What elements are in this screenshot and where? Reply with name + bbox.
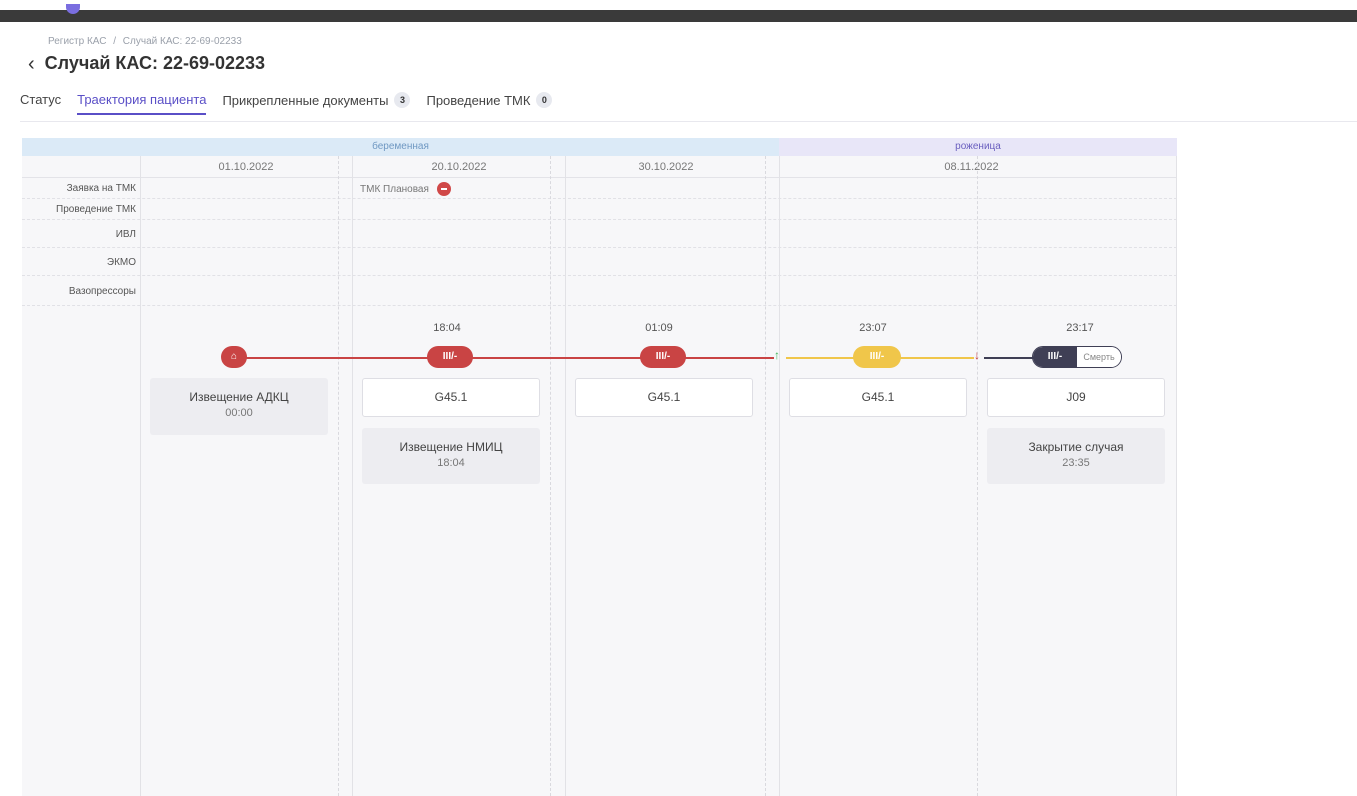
case-closure-card[interactable]: Закрытие случая 23:35: [987, 428, 1165, 484]
date-cell: 01.10.2022: [218, 161, 274, 173]
death-status-pill[interactable]: III/- Смерть: [1032, 346, 1122, 368]
note-time: 18:04: [437, 457, 465, 469]
date-cell: 08.11.2022: [944, 161, 999, 173]
phase-pregnant: беременная: [22, 138, 779, 156]
row-ivl: ИВЛ: [22, 220, 1177, 248]
diagnosis-card[interactable]: G45.1: [789, 378, 967, 417]
breadcrumb: Регистр КАС / Случай КАС: 22-69-02233: [48, 36, 246, 47]
arrow-down-icon: ↓: [974, 348, 980, 362]
breadcrumb-current: Случай КАС: 22-69-02233: [122, 36, 242, 47]
diagnosis-card[interactable]: G45.1: [575, 378, 753, 417]
note-time: 23:35: [1062, 457, 1090, 469]
status-pill[interactable]: III/-: [853, 346, 901, 368]
date-cell: 30.10.2022: [638, 161, 694, 173]
tab-bar: Статус Траектория пациента Прикрепленные…: [20, 92, 568, 122]
count-badge: 0: [536, 92, 553, 108]
timeline-line-red: [234, 357, 774, 359]
phase-row: беременная роженица: [22, 138, 1177, 156]
tabs-divider: [20, 121, 1357, 122]
status-label: III/-: [1033, 347, 1077, 367]
timeline-line-dark: [984, 357, 1034, 359]
row-label: Вазопрессоры: [68, 286, 136, 297]
row-label: ЭКМО: [106, 257, 136, 268]
note-title: Извещение АДКЦ: [189, 390, 289, 404]
diagnosis-card[interactable]: J09: [987, 378, 1165, 417]
tmk-planned[interactable]: ТМК Плановая: [360, 182, 451, 196]
date-cell: 20.10.2022: [431, 161, 487, 173]
minus-circle-icon[interactable]: [436, 182, 451, 196]
tab-patient-trajectory[interactable]: Траектория пациента: [77, 92, 207, 115]
tab-label: Прикрепленные документы: [222, 92, 389, 108]
title-row: ‹ Случай КАС: 22-69-02233: [28, 53, 265, 74]
notice-adkc-card[interactable]: Извещение АДКЦ 00:00: [150, 378, 328, 435]
row-tmk-conduct: Проведение ТМК: [22, 199, 1177, 220]
breadcrumb-root[interactable]: Регистр КАС: [48, 36, 106, 47]
status-pill[interactable]: III/-: [640, 346, 686, 368]
tab-status[interactable]: Статус: [20, 92, 61, 115]
back-icon[interactable]: ‹: [28, 54, 35, 74]
home-icon[interactable]: ⌂: [221, 346, 247, 368]
tmk-label: ТМК Плановая: [360, 183, 429, 195]
diagnosis-card[interactable]: G45.1: [362, 378, 540, 417]
breadcrumb-separator: /: [113, 36, 117, 47]
row-label: Заявка на ТМК: [66, 183, 136, 194]
page-title: Случай КАС: 22-69-02233: [44, 53, 266, 73]
row-tmk-request: Заявка на ТМК: [22, 178, 1177, 199]
tab-label: Статус: [20, 92, 62, 107]
column-divider: [140, 156, 141, 796]
column-divider: [338, 156, 339, 796]
row-label: ИВЛ: [115, 229, 136, 240]
column-divider: [779, 156, 780, 796]
phase-labor: роженица: [779, 138, 1177, 156]
top-bar: [0, 0, 1357, 22]
event-time: 23:07: [859, 322, 887, 334]
notice-nmic-card[interactable]: Извещение НМИЦ 18:04: [362, 428, 540, 484]
note-title: Закрытие случая: [1028, 440, 1124, 454]
event-time: 18:04: [433, 322, 461, 334]
date-row: 01.10.2022 20.10.2022 30.10.2022 08.11.2…: [22, 156, 1177, 178]
count-badge: 3: [394, 92, 411, 108]
death-label: Смерть: [1077, 347, 1121, 367]
tab-attached-documents[interactable]: Прикрепленные документы 3: [222, 92, 411, 116]
logo-mark: [66, 4, 80, 14]
event-time: 01:09: [645, 322, 673, 334]
column-divider: [550, 156, 551, 796]
event-time: 23:17: [1066, 322, 1094, 334]
tab-label: Траектория пациента: [77, 92, 207, 107]
note-time: 00:00: [225, 407, 253, 419]
trajectory-grid: беременная роженица 01.10.2022 20.10.202…: [22, 138, 1177, 796]
column-divider: [765, 156, 766, 796]
tab-label: Проведение ТМК: [426, 92, 531, 108]
column-divider: [352, 156, 353, 796]
column-divider: [565, 156, 566, 796]
column-divider: [977, 156, 978, 796]
row-label: Проведение ТМК: [56, 204, 136, 215]
row-vasopressors: Вазопрессоры: [22, 276, 1177, 306]
note-title: Извещение НМИЦ: [399, 440, 503, 454]
tab-tmk[interactable]: Проведение ТМК 0: [426, 92, 553, 116]
row-ecmo: ЭКМО: [22, 248, 1177, 276]
status-pill[interactable]: III/-: [427, 346, 473, 368]
column-divider: [1176, 156, 1177, 796]
arrow-up-icon: ↑: [774, 348, 780, 362]
